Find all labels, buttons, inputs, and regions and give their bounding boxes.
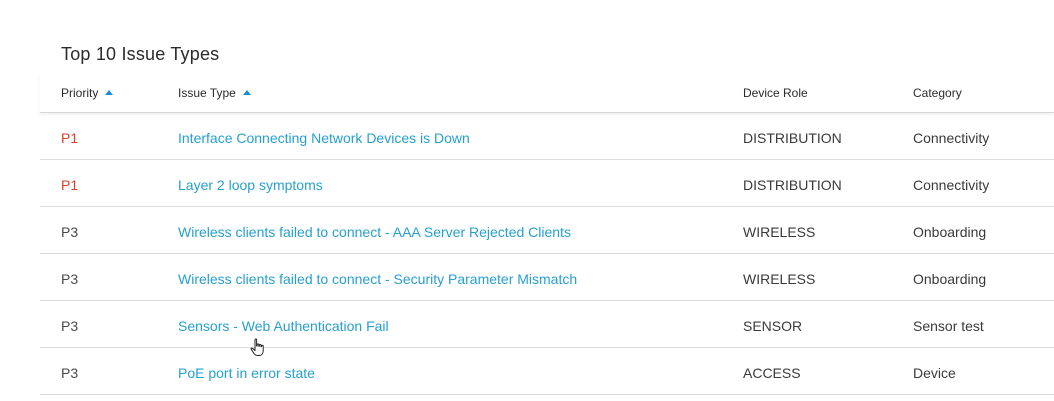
category-cell: Connectivity xyxy=(913,130,990,146)
device-role-cell: ACCESS xyxy=(743,365,801,381)
table-row: P3 Wireless clients failed to connect - … xyxy=(40,207,1054,254)
panel-title: Top 10 Issue Types xyxy=(61,44,220,64)
top-issue-types-panel: Top 10 Issue Types Priority Issue Type D… xyxy=(0,0,1054,401)
category-cell: Onboarding xyxy=(913,271,987,287)
priority-cell: P3 xyxy=(61,318,79,334)
issue-type-link[interactable]: PoE port in error state xyxy=(178,365,315,381)
device-role-cell: SENSOR xyxy=(743,318,803,334)
sort-ascending-icon[interactable] xyxy=(105,90,114,95)
table-row: P3 PoE port in error state ACCESS Device xyxy=(40,348,1054,395)
sort-ascending-icon[interactable] xyxy=(242,90,251,95)
table-header: Priority Issue Type Device Role Category xyxy=(40,74,1054,113)
table-row: P3 Sensors - Web Authentication Fail SEN… xyxy=(40,301,1054,348)
issue-type-link[interactable]: Interface Connecting Network Devices is … xyxy=(178,130,470,146)
category-cell: Device xyxy=(913,365,956,381)
device-role-cell: WIRELESS xyxy=(743,224,816,240)
priority-cell: P3 xyxy=(61,224,79,240)
column-header-category[interactable]: Category xyxy=(913,74,962,112)
issue-type-link[interactable]: Wireless clients failed to connect - AAA… xyxy=(178,224,571,240)
device-role-cell: DISTRIBUTION xyxy=(743,130,842,146)
issue-type-cell: Sensors - Web Authentication Fail xyxy=(178,301,389,349)
issue-type-cell: Wireless clients failed to connect - Sec… xyxy=(178,254,577,302)
column-header-label: Priority xyxy=(61,86,99,100)
table-row: P1 Interface Connecting Network Devices … xyxy=(40,113,1054,160)
issue-type-link[interactable]: Sensors - Web Authentication Fail xyxy=(178,318,389,334)
category-cell: Onboarding xyxy=(913,224,987,240)
column-header-label: Category xyxy=(913,86,962,100)
priority-cell: P1 xyxy=(61,130,79,146)
issue-type-cell: PoE port in error state xyxy=(178,348,315,396)
hand-pointer-icon xyxy=(250,338,264,356)
device-role-cell: WIRELESS xyxy=(743,271,816,287)
table-row: P3 Wireless clients failed to connect - … xyxy=(40,254,1054,301)
table-row: P1 Layer 2 loop symptoms DISTRIBUTION Co… xyxy=(40,160,1054,207)
priority-cell: P3 xyxy=(61,271,79,287)
issue-type-cell: Layer 2 loop symptoms xyxy=(178,160,323,208)
column-header-priority[interactable]: Priority xyxy=(61,74,114,112)
column-header-device-role[interactable]: Device Role xyxy=(743,74,808,112)
category-cell: Connectivity xyxy=(913,177,990,193)
device-role-cell: DISTRIBUTION xyxy=(743,177,842,193)
issue-types-table: Priority Issue Type Device Role Category… xyxy=(40,74,1054,395)
category-cell: Sensor test xyxy=(913,318,984,334)
issue-type-link[interactable]: Layer 2 loop symptoms xyxy=(178,177,323,193)
issue-type-cell: Wireless clients failed to connect - AAA… xyxy=(178,207,571,255)
issue-type-link[interactable]: Wireless clients failed to connect - Sec… xyxy=(178,271,577,287)
priority-cell: P3 xyxy=(61,365,79,381)
column-header-issue-type[interactable]: Issue Type xyxy=(178,74,251,112)
column-header-label: Issue Type xyxy=(178,86,236,100)
issue-type-cell: Interface Connecting Network Devices is … xyxy=(178,113,470,161)
priority-cell: P1 xyxy=(61,177,79,193)
column-header-label: Device Role xyxy=(743,86,808,100)
